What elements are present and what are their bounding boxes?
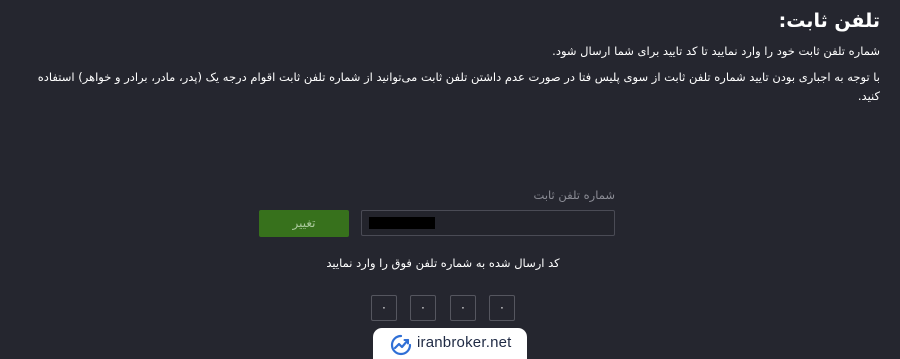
- iranbroker-logo-icon: [390, 334, 412, 356]
- redacted-phone-value: [369, 217, 435, 229]
- code-digit-input-1[interactable]: ۰: [371, 295, 397, 321]
- landline-verification-page: تلفن ثابت: شماره تلفن ثابت خود را وارد ن…: [0, 0, 900, 359]
- change-button[interactable]: تغییر: [259, 210, 349, 237]
- instruction-text: شماره تلفن ثابت خود را وارد نمایید تا کد…: [552, 44, 880, 58]
- watermark-text: iranbroker.net: [417, 334, 512, 351]
- page-title: تلفن ثابت:: [778, 10, 880, 32]
- code-digit-input-3[interactable]: ۰: [450, 295, 476, 321]
- code-digit-input-4[interactable]: ۰: [489, 295, 515, 321]
- code-digit-input-2[interactable]: ۰: [410, 295, 436, 321]
- phone-field-label: شماره تلفن ثابت: [533, 188, 615, 202]
- landline-phone-input[interactable]: [361, 210, 615, 236]
- watermark-badge: iranbroker.net: [373, 328, 527, 359]
- police-notice-text: با توجه به اجباری بودن تایید شماره تلفن …: [37, 70, 880, 103]
- code-hint-text: کد ارسال شده به شماره تلفن فوق را وارد ن…: [326, 256, 560, 270]
- verification-code-inputs: ۰ ۰ ۰ ۰: [371, 295, 517, 323]
